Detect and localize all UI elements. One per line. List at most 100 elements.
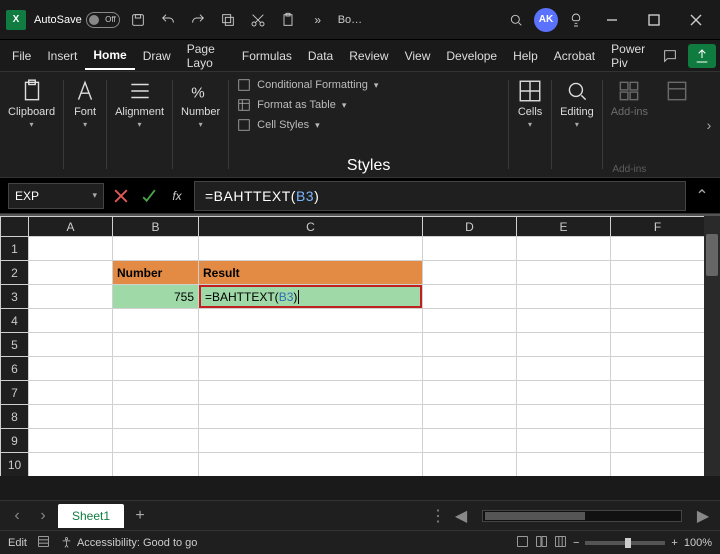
minimize-button[interactable] [594, 4, 630, 36]
cell-editor[interactable]: =BAHTTEXT(B3) [199, 285, 422, 308]
row-header-5[interactable]: 5 [1, 333, 29, 357]
cell-D9[interactable] [423, 429, 517, 453]
cell-A8[interactable] [29, 405, 113, 429]
row-header-9[interactable]: 9 [1, 429, 29, 453]
expand-formula-bar-icon[interactable]: ⌃ [692, 186, 712, 206]
cell-E1[interactable] [517, 237, 611, 261]
cell-C1[interactable] [199, 237, 423, 261]
tab-review[interactable]: Review [341, 43, 396, 69]
conditional-formatting-button[interactable]: Conditional Formatting ▾ [237, 78, 500, 92]
cell-E7[interactable] [517, 381, 611, 405]
row-header-6[interactable]: 6 [1, 357, 29, 381]
cell-B8[interactable] [113, 405, 199, 429]
tab-acrobat[interactable]: Acrobat [546, 43, 603, 69]
col-header-B[interactable]: B [113, 217, 199, 237]
name-box[interactable]: EXP ▾ [8, 183, 104, 209]
hscroll-left-icon[interactable]: ◀ [450, 505, 472, 527]
tab-insert[interactable]: Insert [39, 43, 85, 69]
chevron-down-icon[interactable]: ▾ [92, 190, 97, 201]
cell-F4[interactable] [611, 309, 705, 333]
alignment-button[interactable]: Alignment▾ [115, 78, 164, 129]
cell-E3[interactable] [517, 285, 611, 309]
horizontal-scrollbar[interactable] [482, 510, 682, 522]
cell-B3[interactable]: 755 [113, 285, 199, 309]
share-button[interactable] [688, 44, 716, 68]
cell-C10[interactable] [199, 453, 423, 477]
cell-D4[interactable] [423, 309, 517, 333]
cell-B4[interactable] [113, 309, 199, 333]
zoom-slider[interactable] [585, 541, 665, 545]
view-page-layout-icon[interactable] [535, 535, 548, 551]
row-header-7[interactable]: 7 [1, 381, 29, 405]
sheet-nav-next-icon[interactable]: › [32, 505, 54, 527]
col-header-D[interactable]: D [423, 217, 517, 237]
tab-draw[interactable]: Draw [135, 43, 179, 69]
cut-icon[interactable] [246, 8, 270, 32]
cell-F3[interactable] [611, 285, 705, 309]
col-header-A[interactable]: A [29, 217, 113, 237]
cell-B2[interactable]: Number [113, 261, 199, 285]
number-button[interactable]: % Number▾ [181, 78, 220, 129]
cell-E9[interactable] [517, 429, 611, 453]
format-as-table-button[interactable]: Format as Table ▾ [237, 98, 500, 112]
cell-D5[interactable] [423, 333, 517, 357]
row-header-2[interactable]: 2 [1, 261, 29, 285]
row-header-3[interactable]: 3 [1, 285, 29, 309]
tab-data[interactable]: Data [300, 43, 341, 69]
formula-input[interactable]: =BAHTTEXT(B3) [194, 181, 686, 211]
tab-help[interactable]: Help [505, 43, 546, 69]
cell-F7[interactable] [611, 381, 705, 405]
tab-file[interactable]: File [4, 43, 39, 69]
undo-icon[interactable] [156, 8, 180, 32]
view-page-break-icon[interactable] [554, 535, 567, 551]
row-header-1[interactable]: 1 [1, 237, 29, 261]
select-all-corner[interactable] [1, 217, 29, 237]
cell-A4[interactable] [29, 309, 113, 333]
lightbulb-icon[interactable] [564, 8, 588, 32]
cell-F6[interactable] [611, 357, 705, 381]
cell-A5[interactable] [29, 333, 113, 357]
view-normal-icon[interactable] [516, 535, 529, 551]
hscroll-right-icon[interactable]: ▶ [692, 505, 714, 527]
clipboard-button[interactable]: Clipboard▾ [8, 78, 55, 129]
cell-A2[interactable] [29, 261, 113, 285]
cell-A1[interactable] [29, 237, 113, 261]
tab-formulas[interactable]: Formulas [234, 43, 300, 69]
user-avatar[interactable]: AK [534, 8, 558, 32]
cell-A7[interactable] [29, 381, 113, 405]
save-icon[interactable] [126, 8, 150, 32]
cell-F2[interactable] [611, 261, 705, 285]
cell-C4[interactable] [199, 309, 423, 333]
cell-B1[interactable] [113, 237, 199, 261]
cell-B9[interactable] [113, 429, 199, 453]
row-header-10[interactable]: 10 [1, 453, 29, 477]
tab-developer[interactable]: Develope [438, 43, 505, 69]
tab-power-pivot[interactable]: Power Piv [603, 36, 656, 76]
paste-icon[interactable] [276, 8, 300, 32]
zoom-in-button[interactable]: + [671, 537, 677, 549]
cell-D2[interactable] [423, 261, 517, 285]
cell-F5[interactable] [611, 333, 705, 357]
cell-B6[interactable] [113, 357, 199, 381]
cell-C2[interactable]: Result [199, 261, 423, 285]
maximize-button[interactable] [636, 4, 672, 36]
cell-E2[interactable] [517, 261, 611, 285]
cell-D10[interactable] [423, 453, 517, 477]
cell-A10[interactable] [29, 453, 113, 477]
qat-overflow-icon[interactable]: » [306, 8, 330, 32]
cell-styles-button[interactable]: Cell Styles ▾ [237, 118, 500, 132]
insert-function-button[interactable]: fx [166, 183, 188, 209]
col-header-F[interactable]: F [611, 217, 705, 237]
close-button[interactable] [678, 4, 714, 36]
editing-button[interactable]: Editing▾ [560, 78, 594, 129]
cell-D6[interactable] [423, 357, 517, 381]
tab-view[interactable]: View [397, 43, 439, 69]
font-button[interactable]: Font▾ [72, 78, 98, 129]
cell-B7[interactable] [113, 381, 199, 405]
cell-F10[interactable] [611, 453, 705, 477]
cell-D3[interactable] [423, 285, 517, 309]
cell-C3[interactable]: =BAHTTEXT(B3) [199, 285, 423, 309]
tab-bar-separator-icon[interactable]: ⋮ [430, 506, 446, 526]
cell-D7[interactable] [423, 381, 517, 405]
cell-C6[interactable] [199, 357, 423, 381]
